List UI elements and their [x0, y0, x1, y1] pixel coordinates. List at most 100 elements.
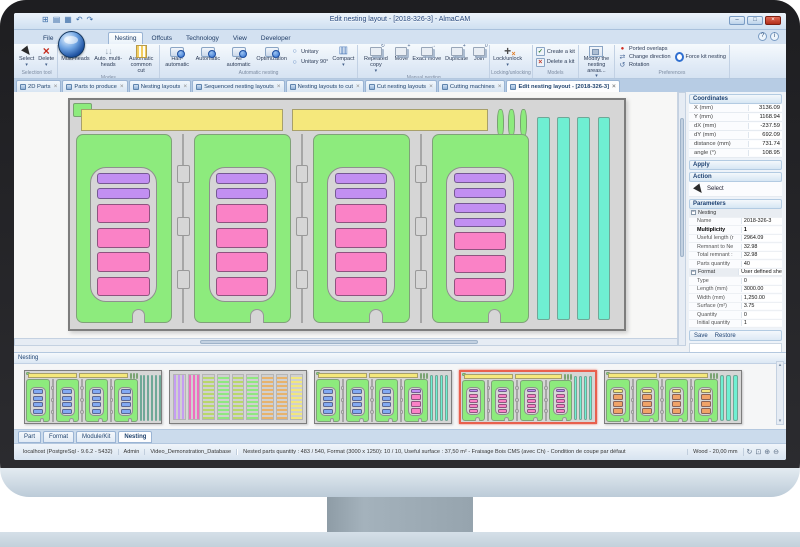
help-icon[interactable]: ? [758, 32, 767, 41]
ribbon-button-duplicate[interactable]: Duplicate [443, 45, 470, 74]
doc-tab-sequenced-nesting-layouts[interactable]: Sequenced nesting layouts× [192, 80, 284, 92]
refresh-icon[interactable]: ↻ [747, 448, 753, 456]
nesting-thumbnail-2[interactable] [169, 370, 307, 424]
ribbon-button-modify-the-nesting-areas[interactable]: Modify the nesting areas...▾ [580, 45, 613, 79]
coordinate-value[interactable]: 1168.94 [748, 114, 782, 120]
horizontal-scrollbar[interactable] [14, 338, 678, 346]
nesting-thumbnail-3[interactable] [314, 370, 452, 424]
doc-tab-nesting-layouts[interactable]: Nesting layouts× [129, 80, 191, 92]
nesting-canvas[interactable] [14, 92, 678, 338]
apply-header[interactable]: Apply [689, 160, 782, 170]
ribbon-button-delete-a-kit[interactable]: Delete a kit [536, 59, 575, 66]
parameter-value[interactable]: 32.98 [741, 244, 782, 250]
doc-tab-cut-nesting-layouts[interactable]: Cut nesting layouts× [365, 80, 437, 92]
ribbon-button-optimization[interactable]: Optimization [255, 45, 288, 69]
collapse-icon[interactable]: − [691, 270, 696, 275]
ribbon-button-unitary[interactable]: Unitary [290, 48, 328, 55]
zoom-in-icon[interactable]: ⊕ [764, 448, 770, 456]
ribbon-button-exact-move[interactable]: Exact move [410, 45, 443, 74]
coordinate-value[interactable]: 3136.09 [748, 105, 782, 111]
ribbon-button-auto-multi-heads[interactable]: Auto. multi-heads [92, 45, 125, 74]
ribbon-button-force-kit-nesting[interactable]: Force kit nesting [675, 54, 726, 61]
bottom-tab-module-kit[interactable]: Module/Kit [76, 431, 116, 443]
parameter-value[interactable]: 2018-326-3 [741, 218, 782, 224]
scrollbar-thumb[interactable] [200, 340, 478, 344]
zoom-out-icon[interactable]: ⊖ [773, 448, 779, 456]
parameter-value[interactable]: 0 [741, 312, 782, 318]
bottom-tab-format[interactable]: Format [43, 431, 74, 443]
parameter-value[interactable]: 32.98 [741, 252, 782, 258]
close-icon[interactable]: × [183, 83, 187, 90]
scrollbar-thumb[interactable] [680, 118, 684, 257]
coordinate-value[interactable]: -237.59 [748, 123, 782, 129]
ribbon-button-ported-overlaps[interactable]: Ported overlaps [618, 46, 671, 53]
parameter-value[interactable]: 3000.00 [741, 286, 782, 292]
parameter-value[interactable]: 2964.09 [741, 235, 782, 241]
close-icon[interactable]: × [54, 83, 58, 90]
menu-tab-offcuts[interactable]: Offcuts [147, 33, 177, 44]
nesting-panel-header[interactable]: Nesting [14, 353, 786, 364]
ribbon-button-rotation[interactable]: Rotation [618, 61, 671, 68]
action-select[interactable]: Select [689, 182, 782, 197]
close-icon[interactable]: × [120, 83, 124, 90]
ribbon-button-half-automatic[interactable]: Half-automatic [161, 45, 194, 69]
vertical-scrollbar[interactable] [678, 92, 686, 346]
coordinate-value[interactable]: 108.95 [748, 150, 782, 156]
ribbon-button-repeated-copy[interactable]: Repeated copy▾ [359, 45, 392, 74]
ribbon-button-select[interactable]: Select▾ [17, 45, 36, 69]
thumbnails-scrollbar[interactable]: ▴▾ [776, 361, 784, 425]
ribbon-button-lock-unlock[interactable]: Lock/unlock▾ [491, 45, 524, 69]
close-icon[interactable]: × [498, 83, 502, 90]
minimize-button[interactable]: – [729, 16, 745, 25]
nesting-thumbnail-5[interactable] [604, 370, 742, 424]
coordinate-value[interactable]: 731.74 [748, 141, 782, 147]
doc-tab-2d-parts[interactable]: 2D Parts× [16, 80, 61, 92]
fit-icon[interactable]: ⊡ [755, 448, 761, 456]
menu-tab-view[interactable]: View [228, 33, 252, 44]
ribbon-button-automatic-common-cut[interactable]: Automatic common cut [125, 45, 158, 74]
ribbon-button-delete[interactable]: Delete▾ [36, 45, 56, 69]
nesting-sheet[interactable] [68, 98, 626, 331]
parameter-value[interactable]: 1 [741, 320, 782, 326]
close-button[interactable]: × [765, 16, 781, 25]
parameter-value[interactable]: 1 [741, 227, 782, 233]
ribbon-button-unitary-90[interactable]: Unitary 90° [290, 59, 328, 66]
restore-button[interactable]: Restore [715, 333, 736, 339]
close-icon[interactable]: × [612, 83, 616, 90]
info-icon[interactable]: i [770, 32, 779, 41]
parameter-value[interactable]: 0 [741, 278, 782, 284]
nesting-thumbnail-1[interactable] [24, 370, 162, 424]
almacam-orb-icon[interactable] [58, 31, 85, 58]
menu-tab-file[interactable]: File [38, 33, 58, 44]
doc-tab-edit-nesting-layout-2018-326-3[interactable]: Edit nesting layout - [2018-326-3]× [506, 80, 619, 92]
ribbon-button-change-direction[interactable]: Change direction [618, 54, 671, 61]
ribbon-button-automatic[interactable]: Automatic [194, 45, 222, 69]
parameter-value[interactable]: 1,250.00 [741, 295, 782, 301]
parameter-value[interactable]: 3.75 [741, 303, 782, 309]
scroll-up-icon[interactable]: ▴ [779, 362, 782, 368]
coordinate-value[interactable]: 692.09 [748, 132, 782, 138]
ribbon-button-move[interactable]: Move [392, 45, 410, 74]
parameters-header[interactable]: Parameters [689, 199, 782, 209]
doc-tab-cutting-machines[interactable]: Cutting machines× [438, 80, 506, 92]
menu-tab-nesting[interactable]: Nesting [108, 32, 142, 44]
doc-tab-nesting-layouts-to-cut[interactable]: Nesting layouts to cut× [286, 80, 364, 92]
nesting-thumbnail-4[interactable] [459, 370, 597, 424]
menu-tab-technology[interactable]: Technology [181, 33, 224, 44]
restore-button[interactable]: □ [747, 16, 763, 25]
ribbon-button-all-automatic[interactable]: All automatic [222, 45, 255, 69]
ribbon-button-compact[interactable]: Compact▾ [330, 45, 356, 69]
parameter-value[interactable]: 40 [741, 261, 782, 267]
doc-tab-parts-to-produce[interactable]: Parts to produce× [62, 80, 127, 92]
close-icon[interactable]: × [277, 83, 281, 90]
scroll-down-icon[interactable]: ▾ [779, 418, 782, 424]
coordinates-header[interactable]: Coordinates [689, 94, 782, 104]
ribbon-button-create-a-kit[interactable]: Create a kit [536, 48, 575, 55]
parameter-value[interactable]: User defined sheets [738, 269, 782, 275]
bottom-tab-nesting[interactable]: Nesting [118, 431, 152, 443]
close-icon[interactable]: × [356, 83, 360, 90]
collapse-icon[interactable]: − [691, 210, 696, 215]
close-icon[interactable]: × [429, 83, 433, 90]
menu-tab-developer[interactable]: Developer [256, 33, 296, 44]
action-header[interactable]: Action [689, 172, 782, 182]
